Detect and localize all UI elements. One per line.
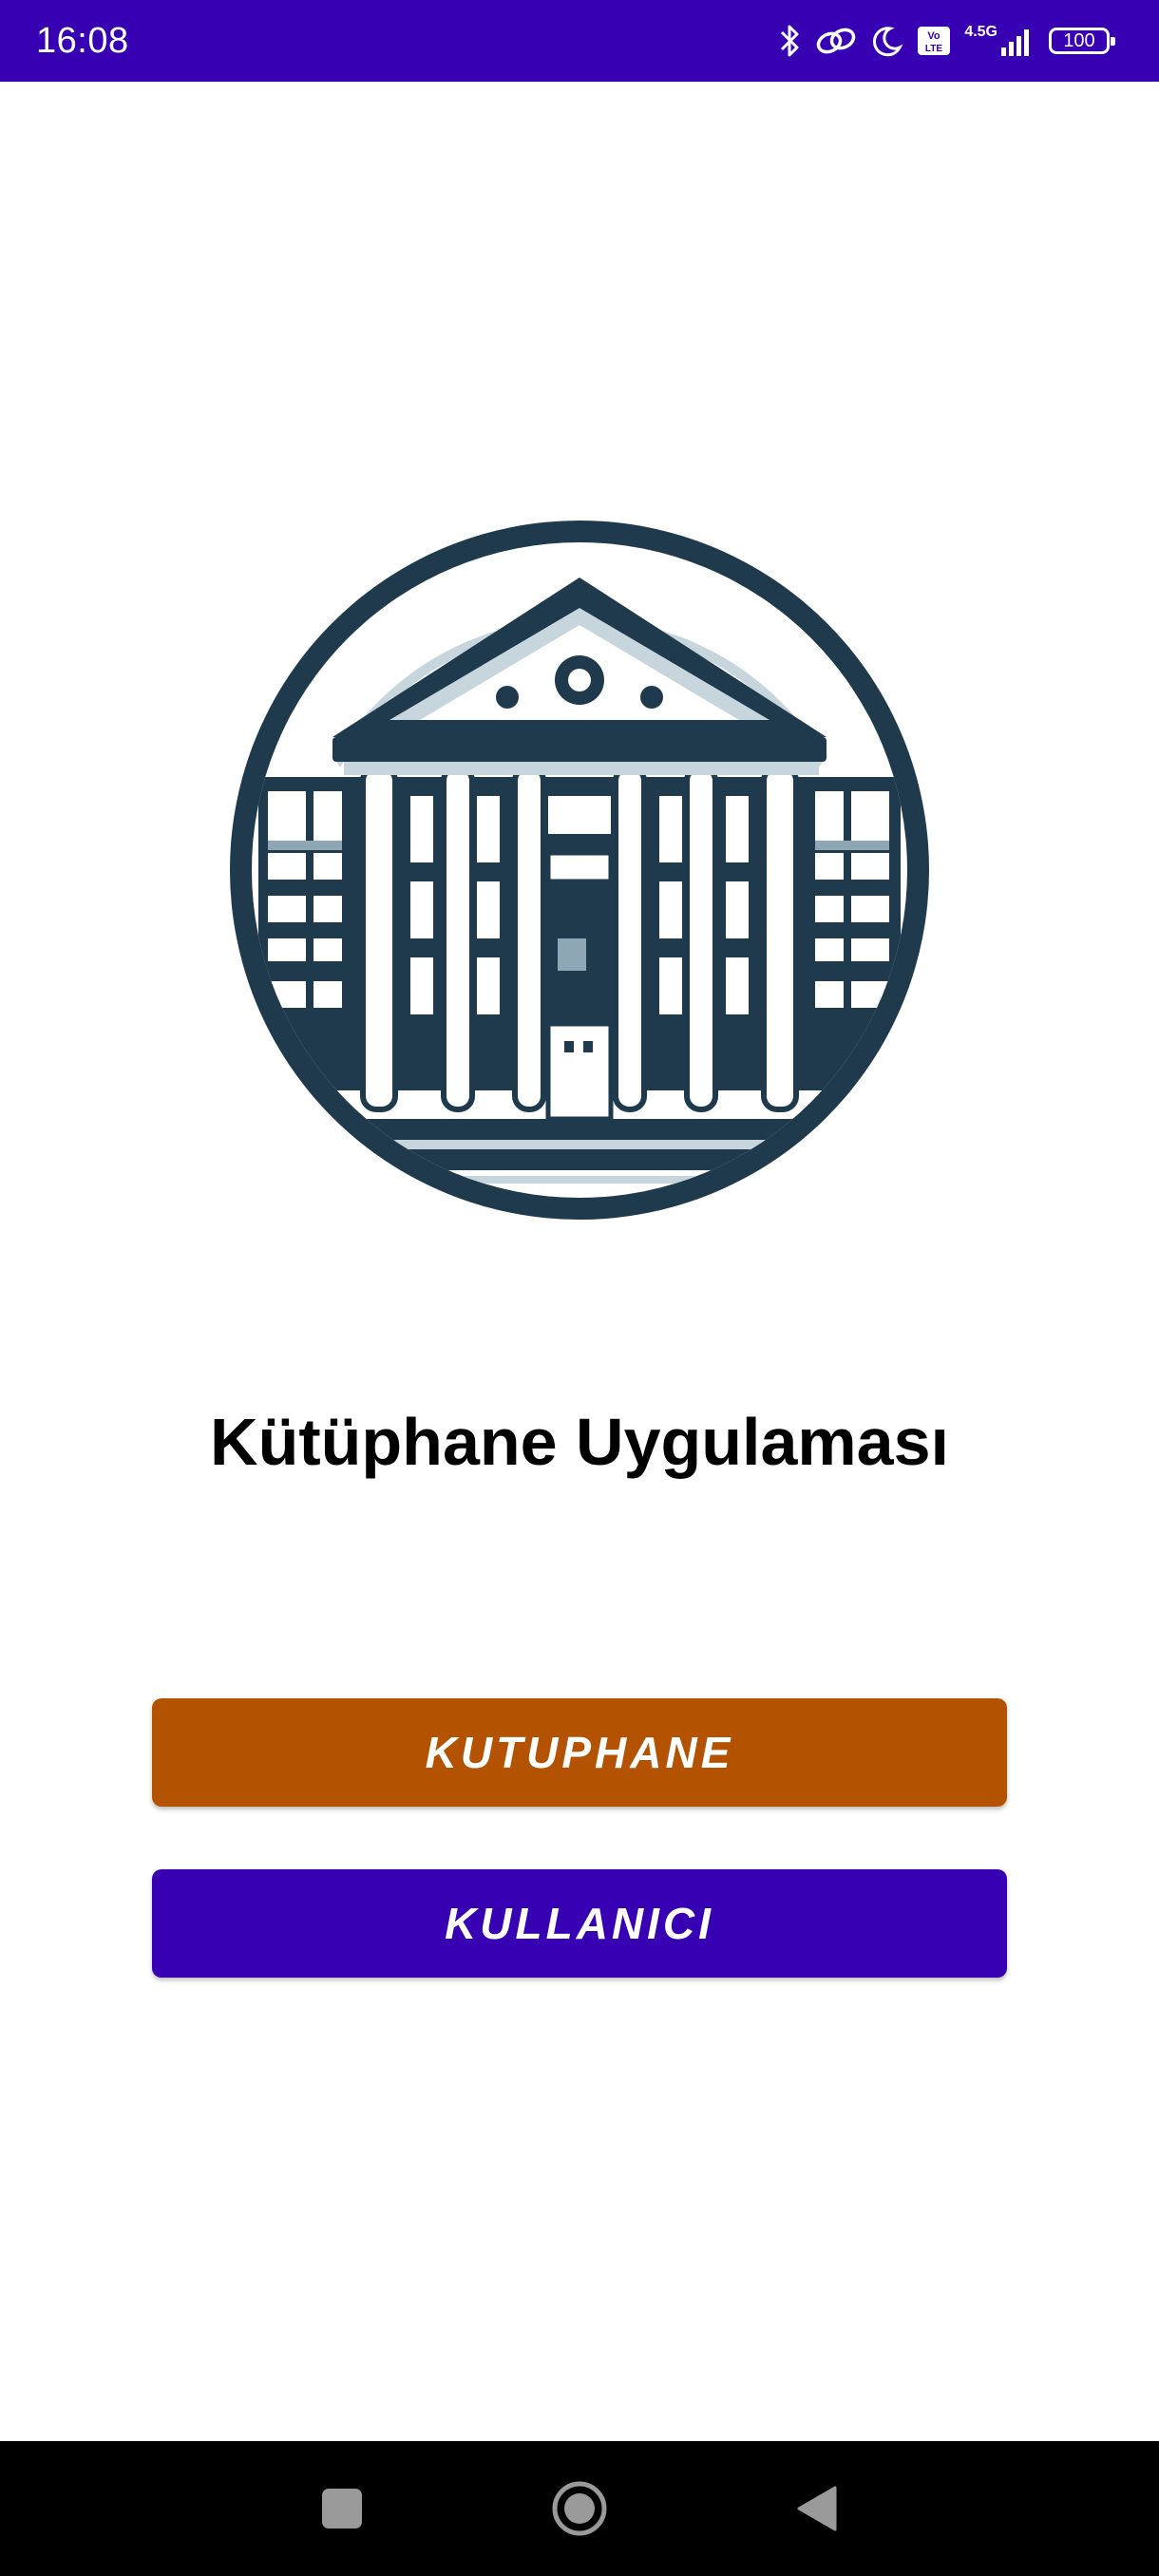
svg-text:LTE: LTE xyxy=(925,44,942,54)
back-triangle-icon xyxy=(797,2486,837,2531)
svg-text:Vo: Vo xyxy=(928,30,941,42)
network-indicator: 4.5G xyxy=(964,25,1036,57)
moon-icon xyxy=(873,27,903,57)
volte-icon: Vo LTE xyxy=(918,27,951,55)
status-icons: Vo LTE 4.5G 100 xyxy=(778,23,1115,59)
status-bar: 16:08 Vo LTE 4.5G 100 xyxy=(0,0,1159,82)
home-circle-icon xyxy=(552,2481,607,2536)
library-building-icon xyxy=(230,521,929,1220)
battery-level: 100 xyxy=(1063,29,1095,51)
user-button[interactable]: KULLANICI xyxy=(152,1869,1007,1978)
library-button[interactable]: KUTUPHANE xyxy=(152,1698,1007,1807)
status-time: 16:08 xyxy=(36,20,129,61)
recents-button[interactable] xyxy=(304,2471,380,2547)
back-button[interactable] xyxy=(779,2471,855,2547)
app-title: Kütüphane Uygulaması xyxy=(210,1405,949,1479)
home-button[interactable] xyxy=(542,2471,618,2547)
signal-icon xyxy=(1001,29,1029,56)
recents-square-icon xyxy=(322,2489,362,2529)
network-type-label: 4.5G xyxy=(964,24,998,40)
navigation-bar xyxy=(0,2441,1159,2576)
battery-icon: 100 xyxy=(1049,28,1115,54)
bluetooth-icon xyxy=(781,25,799,57)
link-icon xyxy=(817,28,856,54)
app-logo xyxy=(230,521,929,1220)
